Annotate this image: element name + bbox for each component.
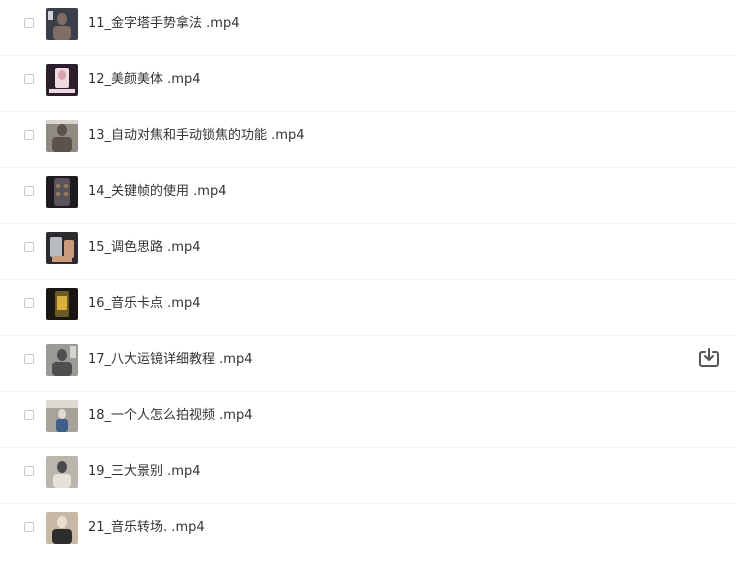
file-name[interactable]: 12_美颜美体 .mp4 bbox=[88, 71, 201, 89]
video-thumbnail[interactable] bbox=[46, 120, 78, 152]
video-thumbnail[interactable] bbox=[46, 288, 78, 320]
list-item[interactable]: 14_关键帧的使用 .mp4 bbox=[0, 168, 736, 224]
video-thumbnail[interactable] bbox=[46, 456, 78, 488]
list-item[interactable]: 15_调色思路 .mp4 bbox=[0, 224, 736, 280]
video-thumbnail[interactable] bbox=[46, 400, 78, 432]
download-icon[interactable] bbox=[698, 347, 720, 369]
file-name[interactable]: 19_三大景别 .mp4 bbox=[88, 463, 201, 481]
select-checkbox[interactable] bbox=[24, 466, 34, 476]
video-thumbnail[interactable] bbox=[46, 64, 78, 96]
list-item[interactable]: 19_三大景别 .mp4 bbox=[0, 448, 736, 504]
file-name[interactable]: 17_八大运镜详细教程 .mp4 bbox=[88, 351, 253, 369]
file-name[interactable]: 13_自动对焦和手动锁焦的功能 .mp4 bbox=[88, 127, 305, 145]
select-checkbox[interactable] bbox=[24, 410, 34, 420]
select-checkbox[interactable] bbox=[24, 242, 34, 252]
file-list: 11_金字塔手势拿法 .mp4 12_美颜美体 .mp4 13_自动对焦和手动锁… bbox=[0, 0, 736, 560]
select-checkbox[interactable] bbox=[24, 186, 34, 196]
select-checkbox[interactable] bbox=[24, 130, 34, 140]
video-thumbnail[interactable] bbox=[46, 344, 78, 376]
video-thumbnail[interactable] bbox=[46, 232, 78, 264]
video-thumbnail[interactable] bbox=[46, 512, 78, 544]
list-item[interactable]: 18_一个人怎么拍视频 .mp4 bbox=[0, 392, 736, 448]
file-name[interactable]: 21_音乐转场. .mp4 bbox=[88, 519, 205, 537]
video-thumbnail[interactable] bbox=[46, 176, 78, 208]
list-item[interactable]: 11_金字塔手势拿法 .mp4 bbox=[0, 0, 736, 56]
list-item[interactable]: 12_美颜美体 .mp4 bbox=[0, 56, 736, 112]
select-checkbox[interactable] bbox=[24, 74, 34, 84]
file-name[interactable]: 18_一个人怎么拍视频 .mp4 bbox=[88, 407, 253, 425]
select-checkbox[interactable] bbox=[24, 522, 34, 532]
video-thumbnail[interactable] bbox=[46, 8, 78, 40]
file-name[interactable]: 16_音乐卡点 .mp4 bbox=[88, 295, 201, 313]
select-checkbox[interactable] bbox=[24, 298, 34, 308]
select-checkbox[interactable] bbox=[24, 354, 34, 364]
select-checkbox[interactable] bbox=[24, 18, 34, 28]
file-name[interactable]: 14_关键帧的使用 .mp4 bbox=[88, 183, 227, 201]
list-item[interactable]: 17_八大运镜详细教程 .mp4 bbox=[0, 336, 736, 392]
file-name[interactable]: 15_调色思路 .mp4 bbox=[88, 239, 201, 257]
file-name[interactable]: 11_金字塔手势拿法 .mp4 bbox=[88, 15, 240, 33]
list-item[interactable]: 13_自动对焦和手动锁焦的功能 .mp4 bbox=[0, 112, 736, 168]
list-item[interactable]: 16_音乐卡点 .mp4 bbox=[0, 280, 736, 336]
list-item[interactable]: 21_音乐转场. .mp4 bbox=[0, 504, 736, 560]
